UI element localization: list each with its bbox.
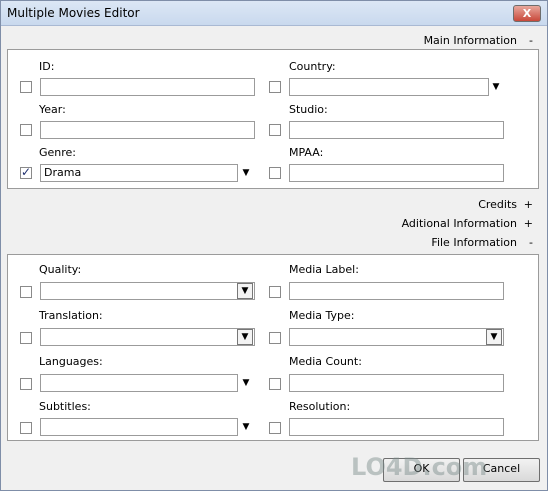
translation-field[interactable] — [40, 328, 255, 346]
checkmark-icon: ✓ — [21, 165, 32, 179]
studio-field[interactable] — [289, 121, 504, 139]
section-credits[interactable]: Credits — [478, 198, 517, 211]
country-dropdown-icon[interactable]: ▼ — [491, 82, 501, 92]
resolution-field[interactable] — [289, 418, 504, 436]
close-button[interactable]: X — [513, 5, 541, 22]
languages-label: Languages: — [39, 355, 103, 368]
multiple-movies-editor-window: Multiple Movies Editor X Main Informatio… — [0, 0, 548, 491]
window-title: Multiple Movies Editor — [7, 6, 140, 20]
section-main-toggle[interactable]: - — [529, 34, 533, 47]
genre-field[interactable]: Drama — [40, 164, 238, 182]
subtitles-checkbox[interactable] — [20, 422, 32, 434]
media-type-field[interactable] — [289, 328, 504, 346]
languages-checkbox[interactable] — [20, 378, 32, 390]
translation-checkbox[interactable] — [20, 332, 32, 344]
media-type-checkbox[interactable] — [269, 332, 281, 344]
quality-checkbox[interactable] — [20, 286, 32, 298]
genre-checkbox[interactable]: ✓ — [20, 165, 32, 179]
mpaa-checkbox[interactable] — [269, 167, 281, 179]
id-checkbox[interactable] — [20, 81, 32, 93]
watermark-logo: LO4D.com — [351, 453, 488, 481]
quality-label: Quality: — [39, 263, 82, 276]
title-bar: Multiple Movies Editor X — [1, 1, 547, 26]
genre-dropdown-icon[interactable]: ▼ — [241, 168, 251, 178]
year-checkbox[interactable] — [20, 124, 32, 136]
genre-label: Genre: — [39, 146, 77, 159]
section-file-information[interactable]: File Information — [431, 236, 517, 249]
translation-dropdown-button[interactable]: ▼ — [237, 329, 253, 345]
section-credits-toggle[interactable]: + — [524, 198, 533, 211]
subtitles-dropdown-icon[interactable]: ▼ — [241, 422, 251, 432]
country-label: Country: — [289, 60, 336, 73]
languages-field[interactable] — [40, 374, 238, 392]
file-information-panel: Quality: Media Label: ▼ Translation: Med… — [7, 254, 539, 441]
section-aditional-information[interactable]: Aditional Information — [402, 217, 517, 230]
main-information-panel: ID: Country: ▼ Year: Studio: Genre: MPAA… — [7, 49, 539, 189]
languages-dropdown-icon[interactable]: ▼ — [241, 378, 251, 388]
media-count-checkbox[interactable] — [269, 378, 281, 390]
translation-label: Translation: — [39, 309, 103, 322]
country-checkbox[interactable] — [269, 81, 281, 93]
media-label-checkbox[interactable] — [269, 286, 281, 298]
country-field[interactable] — [289, 78, 489, 96]
mpaa-label: MPAA: — [289, 146, 324, 159]
resolution-label: Resolution: — [289, 400, 351, 413]
year-field[interactable] — [40, 121, 255, 139]
studio-checkbox[interactable] — [269, 124, 281, 136]
quality-dropdown-button[interactable]: ▼ — [237, 283, 253, 299]
studio-label: Studio: — [289, 103, 328, 116]
media-type-label: Media Type: — [289, 309, 355, 322]
media-count-label: Media Count: — [289, 355, 362, 368]
section-main-information[interactable]: Main Information — [424, 34, 517, 47]
resolution-checkbox[interactable] — [269, 422, 281, 434]
section-aditional-toggle[interactable]: + — [524, 217, 533, 230]
media-label-field[interactable] — [289, 282, 504, 300]
media-count-field[interactable] — [289, 374, 504, 392]
id-label: ID: — [39, 60, 55, 73]
media-type-dropdown-button[interactable]: ▼ — [486, 329, 502, 345]
media-label-label: Media Label: — [289, 263, 359, 276]
subtitles-label: Subtitles: — [39, 400, 91, 413]
section-file-toggle[interactable]: - — [529, 236, 533, 249]
mpaa-field[interactable] — [289, 164, 504, 182]
id-field[interactable] — [40, 78, 255, 96]
subtitles-field[interactable] — [40, 418, 238, 436]
quality-field[interactable] — [40, 282, 255, 300]
year-label: Year: — [39, 103, 66, 116]
